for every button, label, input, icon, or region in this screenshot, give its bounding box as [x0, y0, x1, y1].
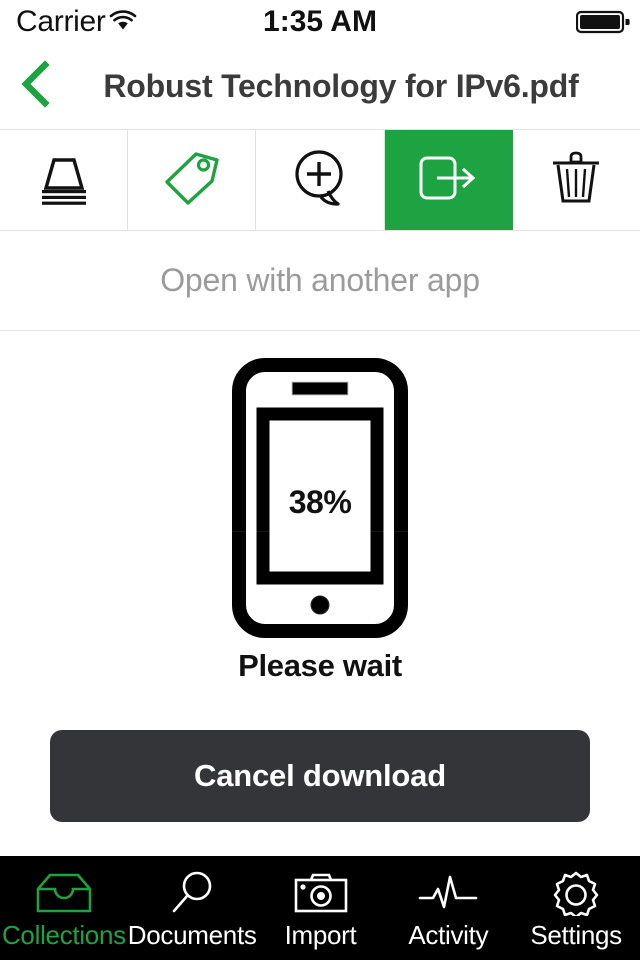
- app-root: Carrier 1:35 AM Robust Technology for IP…: [0, 0, 640, 960]
- tab-activity[interactable]: Activity: [384, 856, 512, 960]
- bottom-tab-bar: Collections Documents Import Activity Se…: [0, 856, 640, 960]
- toolbar-open-in-app-button[interactable]: [384, 130, 513, 230]
- download-percent-label: 38%: [288, 484, 352, 520]
- tab-label-collections: Collections: [1, 920, 126, 950]
- tab-documents[interactable]: Documents: [128, 856, 257, 960]
- tab-label-documents: Documents: [127, 920, 257, 950]
- document-action-toolbar: [0, 129, 640, 231]
- tab-label-activity: Activity: [408, 920, 489, 950]
- action-description-row: Open with another app: [0, 231, 640, 331]
- status-time: 1:35 AM: [263, 5, 377, 38]
- action-description-label: Open with another app: [160, 262, 480, 298]
- download-status-label: Please wait: [238, 648, 402, 683]
- battery-full-icon: [575, 10, 630, 34]
- toolbar-add-comment-button[interactable]: [256, 130, 385, 230]
- open-in-app-icon: [415, 150, 481, 211]
- tab-collections[interactable]: Collections: [0, 856, 128, 960]
- tab-import[interactable]: Import: [257, 856, 385, 960]
- gear-icon: [551, 868, 601, 918]
- back-button[interactable]: [8, 58, 64, 114]
- tab-label-import: Import: [284, 920, 357, 950]
- navigation-bar: Robust Technology for IPv6.pdf: [0, 44, 640, 128]
- status-bar: Carrier 1:35 AM: [0, 0, 640, 44]
- tab-settings[interactable]: Settings: [512, 856, 640, 960]
- cancel-download-button[interactable]: Cancel download: [50, 730, 590, 822]
- collections-tray-icon: [34, 868, 94, 918]
- toolbar-delete-button[interactable]: [512, 130, 640, 230]
- magnifier-icon: [164, 868, 220, 918]
- trash-icon: [547, 148, 605, 213]
- toolbar-tag-button[interactable]: [128, 130, 257, 230]
- camera-icon: [291, 868, 351, 918]
- download-progress-panel: 38% Please wait Cancel download: [0, 332, 640, 856]
- page-title: Robust Technology for IPv6.pdf: [103, 67, 579, 104]
- phone-progress-illustration: 38%: [232, 358, 408, 638]
- collections-stack-icon: [32, 150, 96, 211]
- pulse-icon: [417, 868, 479, 918]
- tag-icon: [160, 148, 224, 213]
- add-comment-icon: [290, 148, 350, 213]
- chevron-left-icon: [19, 59, 53, 113]
- tab-label-settings: Settings: [530, 920, 622, 950]
- toolbar-collections-button[interactable]: [0, 130, 129, 230]
